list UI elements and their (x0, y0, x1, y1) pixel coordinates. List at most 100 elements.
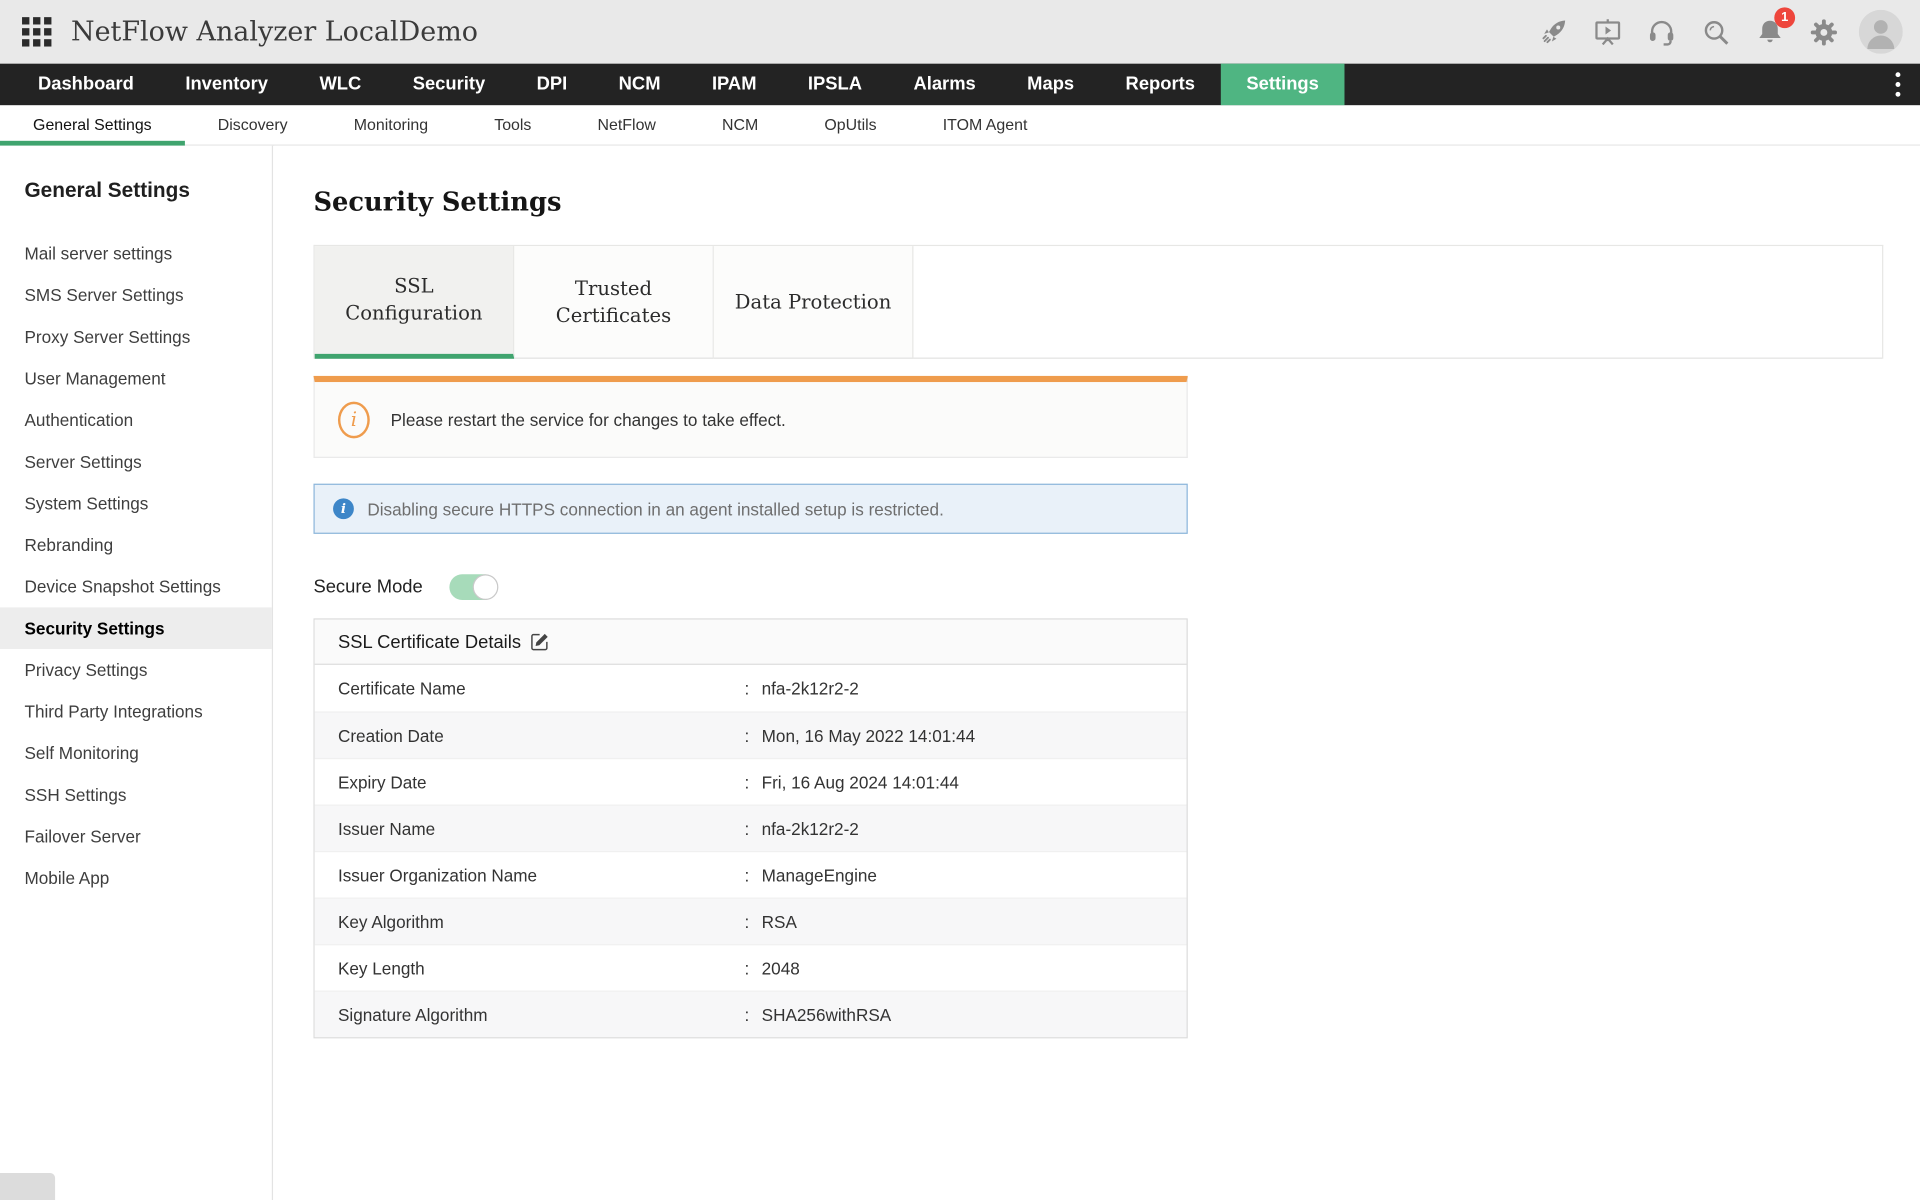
row-colon: : (744, 958, 761, 978)
sidebar-item-mobile-app[interactable]: Mobile App (0, 857, 272, 899)
chat-widget-sliver[interactable] (0, 1173, 55, 1200)
info-circle-icon (338, 401, 370, 438)
sidebar-item-proxy-server[interactable]: Proxy Server Settings (0, 316, 272, 358)
tab-trusted-certificates[interactable]: Trusted Certificates (514, 246, 714, 359)
nav-ncm[interactable]: NCM (593, 64, 686, 106)
row-colon: : (744, 819, 761, 839)
tab-ssl-configuration[interactable]: SSL Configuration (315, 246, 515, 359)
row-label: Issuer Name (338, 819, 745, 839)
row-value: 2048 (762, 958, 1187, 978)
table-row: Key Algorithm : RSA (315, 898, 1187, 945)
notification-badge: 1 (1774, 7, 1795, 28)
tab-monitoring[interactable]: Monitoring (321, 105, 461, 144)
row-label: Certificate Name (338, 678, 745, 698)
table-row: Issuer Name : nfa-2k12r2-2 (315, 804, 1187, 851)
page-title: Security Settings (313, 186, 1920, 217)
sidebar-item-sms-server[interactable]: SMS Server Settings (0, 274, 272, 316)
headset-icon[interactable] (1643, 13, 1680, 50)
tab-label: Trusted Certificates (556, 275, 671, 328)
row-colon: : (744, 726, 761, 746)
sidebar-item-rebranding[interactable]: Rebranding (0, 524, 272, 566)
row-label: Creation Date (338, 726, 745, 746)
row-colon: : (744, 1005, 761, 1025)
primary-nav: Dashboard Inventory WLC Security DPI NCM… (0, 64, 1920, 106)
nav-security[interactable]: Security (387, 64, 511, 106)
row-value: RSA (762, 912, 1187, 932)
tab-ncm[interactable]: NCM (689, 105, 791, 144)
nav-dashboard[interactable]: Dashboard (12, 64, 159, 106)
nav-alarms[interactable]: Alarms (888, 64, 1002, 106)
row-label: Key Length (338, 958, 745, 978)
table-row: Creation Date : Mon, 16 May 2022 14:01:4… (315, 711, 1187, 758)
security-tabs: SSL Configuration Trusted Certificates D… (313, 245, 1883, 359)
user-avatar[interactable] (1859, 10, 1903, 54)
row-value: SHA256withRSA (762, 1005, 1187, 1025)
ssl-certificate-table: SSL Certificate Details Certificate Name… (313, 618, 1187, 1038)
gear-icon[interactable] (1805, 13, 1842, 50)
nav-maps[interactable]: Maps (1001, 64, 1099, 106)
more-menu-icon[interactable] (1886, 64, 1910, 106)
restart-notice: Please restart the service for changes t… (313, 376, 1187, 458)
row-colon: : (744, 678, 761, 698)
nav-wlc[interactable]: WLC (294, 64, 387, 106)
row-value: Fri, 16 Aug 2024 14:01:44 (762, 772, 1187, 792)
row-label: Signature Algorithm (338, 1005, 745, 1025)
apps-grid-icon[interactable] (22, 17, 51, 46)
tab-tools[interactable]: Tools (461, 105, 564, 144)
row-label: Key Algorithm (338, 912, 745, 932)
toggle-knob (473, 574, 499, 600)
app-title: NetFlow Analyzer LocalDemo (71, 0, 478, 64)
bell-icon[interactable]: 1 (1751, 13, 1788, 50)
info-filled-icon (333, 498, 354, 519)
netflow-analyzer-app: NetFlow Analyzer LocalDemo (0, 0, 1920, 1200)
rocket-icon[interactable] (1536, 13, 1573, 50)
sidebar-item-security-settings[interactable]: Security Settings (0, 607, 272, 649)
top-icon-group: 1 (1536, 0, 1920, 64)
sidebar-item-device-snapshot[interactable]: Device Snapshot Settings (0, 566, 272, 608)
tab-itom-agent[interactable]: ITOM Agent (910, 105, 1061, 144)
sidebar-item-server-settings[interactable]: Server Settings (0, 441, 272, 483)
tab-netflow[interactable]: NetFlow (564, 105, 689, 144)
table-row: Signature Algorithm : SHA256withRSA (315, 991, 1187, 1038)
tab-label: SSL Configuration (345, 274, 482, 327)
top-bar: NetFlow Analyzer LocalDemo (0, 0, 1920, 64)
tab-discovery[interactable]: Discovery (185, 105, 321, 144)
ssl-certificate-header-label: SSL Certificate Details (338, 631, 521, 652)
secure-mode-label: Secure Mode (313, 576, 422, 597)
sidebar-item-mail-server[interactable]: Mail server settings (0, 233, 272, 275)
row-value: Mon, 16 May 2022 14:01:44 (762, 726, 1187, 746)
nav-reports[interactable]: Reports (1100, 64, 1221, 106)
row-value: ManageEngine (762, 865, 1187, 885)
edit-icon[interactable] (530, 632, 550, 652)
sidebar-item-self-monitoring[interactable]: Self Monitoring (0, 732, 272, 774)
nav-dpi[interactable]: DPI (511, 64, 593, 106)
sidebar-heading: General Settings (24, 179, 271, 203)
sidebar-item-user-management[interactable]: User Management (0, 358, 272, 400)
row-colon: : (744, 912, 761, 932)
tab-label: Data Protection (735, 289, 892, 315)
nav-inventory[interactable]: Inventory (160, 64, 294, 106)
tab-general-settings[interactable]: General Settings (0, 105, 185, 144)
search-icon[interactable] (1697, 13, 1734, 50)
nav-ipam[interactable]: IPAM (686, 64, 782, 106)
secure-mode-row: Secure Mode (313, 573, 1920, 600)
sidebar-item-privacy-settings[interactable]: Privacy Settings (0, 649, 272, 691)
row-value: nfa-2k12r2-2 (762, 819, 1187, 839)
sidebar-item-failover-server[interactable]: Failover Server (0, 816, 272, 858)
row-label: Expiry Date (338, 772, 745, 792)
sidebar-item-system-settings[interactable]: System Settings (0, 482, 272, 524)
row-value: nfa-2k12r2-2 (762, 678, 1187, 698)
presentation-icon[interactable] (1589, 13, 1626, 50)
tab-oputils[interactable]: OpUtils (791, 105, 909, 144)
nav-settings[interactable]: Settings (1221, 64, 1345, 106)
restart-notice-text: Please restart the service for changes t… (391, 410, 786, 430)
main-content: Security Settings SSL Configuration Trus… (274, 146, 1920, 1200)
tab-data-protection[interactable]: Data Protection (714, 246, 914, 359)
sidebar-item-authentication[interactable]: Authentication (0, 399, 272, 441)
secure-mode-toggle[interactable] (450, 574, 498, 600)
nav-ipsla[interactable]: IPSLA (782, 64, 888, 106)
row-colon: : (744, 772, 761, 792)
sidebar-item-ssh-settings[interactable]: SSH Settings (0, 774, 272, 816)
sidebar-item-third-party[interactable]: Third Party Integrations (0, 691, 272, 733)
table-row: Expiry Date : Fri, 16 Aug 2024 14:01:44 (315, 758, 1187, 805)
